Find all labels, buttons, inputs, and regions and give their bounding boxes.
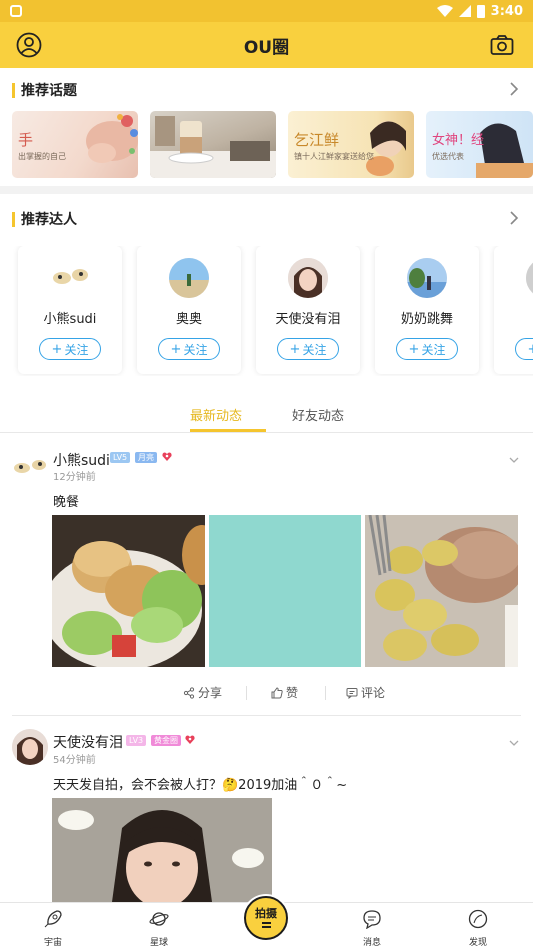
tab-indicator	[190, 429, 266, 432]
follow-button[interactable]: + 关注	[39, 338, 101, 360]
topics-carousel[interactable]: 手 出掌握的自己 乞江鲜 镇十人江鲜家宴送给您 女神！经 优选代表	[0, 111, 533, 179]
topic-title: 乞江鲜	[294, 131, 340, 149]
talent-card[interactable]: 天使没有泪 + 关注	[256, 246, 360, 374]
profile-icon[interactable]	[16, 32, 42, 58]
thumbs-up-icon	[271, 686, 283, 698]
chevron-right-icon[interactable]	[509, 211, 519, 225]
tab-friends[interactable]: 好友动态	[292, 405, 344, 424]
app-root: 3:40 OU圈 推荐话题 手 出掌握的自己 乞江鲜 镇十人江鲜家宴送给您 女神…	[0, 0, 533, 948]
share-button[interactable]: 分享	[183, 684, 222, 701]
title-badge: 黄金圈	[151, 735, 181, 746]
topic-subtitle: 出掌握的自己	[18, 152, 66, 161]
follow-button[interactable]: + 关注	[277, 338, 339, 360]
topic-image	[150, 116, 276, 178]
shoot-button[interactable]: 拍摄	[244, 896, 288, 940]
post-photo[interactable]	[209, 515, 361, 667]
status-bar: 3:40	[0, 0, 533, 22]
post-username[interactable]: 天使没有泪	[53, 732, 123, 752]
post-actions: 分享 赞 评论	[0, 678, 533, 708]
share-icon	[183, 686, 195, 699]
talent-name: 一	[494, 308, 533, 327]
camera-icon[interactable]	[490, 34, 514, 56]
talent-card[interactable]: 奶奶跳舞 + 关注	[375, 246, 479, 374]
post-time: 12分钟前	[53, 472, 96, 483]
recommended-topics-header[interactable]: 推荐话题	[0, 68, 533, 112]
message-icon	[363, 910, 381, 929]
talent-name: 奶奶跳舞	[400, 312, 453, 327]
app-bar: OU圈	[0, 22, 533, 68]
avatar	[407, 258, 447, 298]
page-title: OU圈	[243, 37, 290, 58]
nav-messages[interactable]: 消息	[342, 907, 402, 948]
post-text: 晚餐	[53, 495, 80, 510]
heart-icon	[162, 452, 172, 461]
planet-icon	[149, 912, 169, 926]
title-badge: 月亮	[135, 452, 157, 463]
recommended-talents-header[interactable]: 推荐达人	[0, 197, 533, 241]
app-notification-icon	[10, 5, 22, 17]
battery-icon	[476, 4, 485, 18]
avatar[interactable]	[12, 450, 48, 486]
like-button[interactable]: 赞	[271, 684, 298, 701]
follow-button[interactable]: + 关注	[515, 338, 533, 360]
wifi-icon	[436, 5, 453, 17]
nav-planet[interactable]: 星球	[129, 907, 189, 948]
chevron-right-icon[interactable]	[509, 82, 519, 96]
talent-card[interactable]: 一 + 关注	[494, 246, 533, 374]
compass-icon	[468, 909, 488, 929]
feed-tabs: 最新动态 好友动态	[0, 395, 533, 433]
comment-icon	[346, 687, 358, 699]
signal-icon	[458, 5, 471, 17]
section-divider	[0, 186, 533, 194]
topic-image	[86, 114, 138, 163]
tab-latest[interactable]: 最新动态	[190, 405, 242, 424]
post-photo[interactable]	[52, 515, 205, 667]
nav-universe[interactable]: 宇宙	[23, 907, 83, 948]
topic-card[interactable]: 手 出掌握的自己	[12, 111, 138, 178]
topic-image	[366, 121, 406, 176]
topic-title: 女神！经	[432, 133, 485, 148]
post-photo[interactable]	[52, 798, 272, 902]
follow-button[interactable]: + 关注	[396, 338, 458, 360]
chevron-down-icon[interactable]	[509, 740, 519, 746]
follow-button[interactable]: + 关注	[158, 338, 220, 360]
post-card[interactable]: 天使没有泪 LV3 黄金圈 54分钟前 天天发自拍，会不会被人打？🤔2019加油…	[0, 717, 533, 902]
avatar[interactable]	[12, 729, 48, 765]
topic-card[interactable]	[150, 111, 276, 178]
nav-discover[interactable]: 发现	[448, 907, 508, 948]
topic-subtitle: 优选代表	[432, 152, 464, 161]
avatar	[288, 258, 328, 298]
topic-card[interactable]: 乞江鲜 镇十人江鲜家宴送给您	[288, 111, 414, 178]
heart-icon	[185, 735, 195, 744]
chevron-down-icon[interactable]	[509, 457, 519, 463]
level-badge: LV5	[110, 452, 131, 463]
post-time: 54分钟前	[53, 755, 96, 766]
post-text: 天天发自拍，会不会被人打？🤔2019加油＾０＾~	[53, 778, 348, 793]
level-badge: LV3	[126, 735, 147, 746]
section-title: 推荐话题	[21, 83, 77, 99]
avatar	[169, 258, 209, 298]
topic-title: 手	[18, 131, 34, 149]
talent-name: 奥奥	[175, 312, 202, 327]
post-photo[interactable]	[365, 515, 518, 667]
rocket-icon	[44, 910, 62, 928]
status-time: 3:40	[490, 3, 523, 19]
comment-button[interactable]: 评论	[346, 684, 385, 701]
section-title: 推荐达人	[21, 212, 77, 228]
talents-carousel[interactable]: 小熊sudi + 关注 奥奥 + 关注 天使没有泪 + 关注 奶奶跳舞 + 关注…	[0, 246, 533, 376]
post-username[interactable]: 小熊sudi	[53, 450, 110, 470]
post-card[interactable]: 小熊sudi LV5 月亮 12分钟前 晚餐 分享 赞 评论	[0, 434, 533, 716]
talent-card[interactable]: 小熊sudi + 关注	[18, 246, 122, 374]
avatar	[526, 258, 533, 298]
avatar	[50, 258, 90, 298]
topic-card[interactable]: 女神！经 优选代表	[426, 111, 533, 178]
talent-card[interactable]: 奥奥 + 关注	[137, 246, 241, 374]
talent-name: 小熊sudi	[43, 312, 97, 327]
talent-name: 天使没有泪	[275, 312, 341, 327]
topic-subtitle: 镇十人江鲜家宴送给您	[294, 152, 374, 161]
